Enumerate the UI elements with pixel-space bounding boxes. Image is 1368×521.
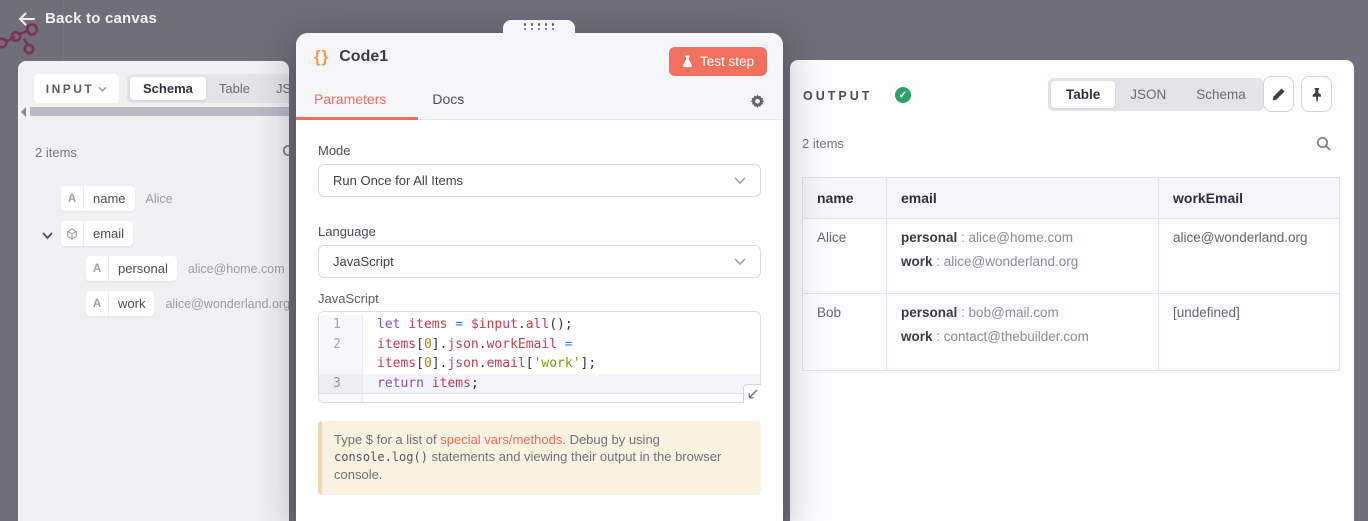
output-panel: OUTPUT ✓ Table JSON Schema 2 items name … [790, 60, 1354, 521]
language-select[interactable]: JavaScript [318, 245, 761, 278]
cell-email: personal : alice@home.com work : alice@w… [887, 219, 1159, 294]
tab-table[interactable]: Table [206, 77, 263, 100]
tab-schema[interactable]: Schema [130, 77, 206, 100]
expand-diagonal-icon [747, 389, 758, 400]
type-string-icon: A [61, 186, 84, 211]
search-icon[interactable] [1316, 136, 1332, 157]
node-title: Code1 [339, 48, 388, 66]
drag-handle-dots-icon [524, 23, 555, 30]
schema-key-pill[interactable]: A work [86, 291, 154, 316]
chevron-down-icon [734, 258, 746, 265]
drag-handle[interactable] [503, 20, 575, 33]
expand-editor-button[interactable] [743, 384, 761, 403]
code-editor[interactable]: 1 let items = $input.all(); 2 items[0].j… [318, 311, 761, 403]
input-panel: INPUT Schema Table JSON 2 items A name A… [18, 61, 289, 521]
editor-filler [319, 394, 760, 402]
tab-json[interactable]: JSON [1115, 81, 1181, 108]
node-details-view: Back to canvas INPUT Schema Table JSON [0, 0, 1368, 521]
cell-workemail: alice@wonderland.org [1159, 219, 1340, 294]
cell-workemail-undefined: [undefined] [1159, 294, 1340, 371]
table-row[interactable]: Bob personal : bob@mail.com work : conta… [803, 294, 1340, 371]
special-vars-link[interactable]: special vars/methods [440, 432, 562, 447]
input-panel-title: INPUT [46, 82, 95, 96]
code-line-active: 3 return items; [319, 374, 760, 395]
collapse-chevron-icon[interactable] [42, 227, 53, 245]
output-items-count: 2 items [802, 136, 844, 151]
tab-parameters[interactable]: Parameters [314, 91, 386, 119]
schema-key-pill[interactable]: email [61, 221, 133, 246]
modal-tabs: Parameters Docs [314, 91, 464, 119]
schema-key-pill[interactable]: A personal [86, 256, 177, 281]
tab-docs[interactable]: Docs [432, 91, 464, 119]
code-line-wrapped: items[0].json.email['work']; [319, 354, 760, 374]
cell-email: personal : bob@mail.com work : contact@t… [887, 294, 1159, 371]
gear-icon[interactable] [750, 94, 765, 109]
schema-key-pill[interactable]: A name [61, 186, 135, 211]
schema-value: alice@home.com [188, 262, 285, 276]
chevron-down-icon [734, 177, 746, 184]
tab-table[interactable]: Table [1051, 81, 1115, 108]
active-tab-underline [296, 117, 418, 120]
input-items-count: 2 items [35, 145, 77, 160]
flask-icon [682, 55, 693, 68]
schema-key: name [84, 186, 135, 211]
schema-key: work [109, 291, 154, 316]
tab-json[interactable]: JSON [263, 77, 289, 100]
code-editor-label: JavaScript [318, 291, 379, 306]
workflow-nodes-icon [0, 22, 49, 62]
editor-hint-callout: Type $ for a list of special vars/method… [318, 421, 761, 495]
schema-key: personal [109, 256, 177, 281]
column-header-email: email [887, 178, 1159, 219]
table-row[interactable]: Alice personal : alice@home.com work : a… [803, 219, 1340, 294]
table-header-row: name email workEmail [803, 178, 1340, 219]
horizontal-scrollbar[interactable] [30, 107, 289, 116]
column-header-workemail: workEmail [1159, 178, 1340, 219]
tab-schema[interactable]: Schema [1181, 81, 1261, 108]
code-line: 2 items[0].json.workEmail = [319, 335, 760, 355]
mode-label: Mode [318, 143, 351, 158]
pin-data-button[interactable] [1301, 76, 1332, 112]
language-label: Language [318, 224, 376, 239]
output-table: name email workEmail Alice personal : al… [802, 177, 1340, 371]
tree-row-email[interactable]: email [61, 221, 133, 246]
output-panel-title: OUTPUT [803, 89, 872, 103]
cell-name: Bob [803, 294, 887, 371]
mode-select[interactable]: Run Once for All Items [318, 164, 761, 197]
input-view-tabs: Schema Table JSON [127, 74, 289, 103]
type-string-icon: A [86, 256, 109, 281]
input-source-dropdown[interactable]: INPUT [34, 74, 119, 103]
success-check-icon: ✓ [895, 87, 911, 103]
code-line: 1 let items = $input.all(); [319, 315, 760, 335]
search-icon[interactable] [282, 144, 289, 165]
cell-name: Alice [803, 219, 887, 294]
node-settings-modal: {} Code1 Test step Parameters Docs [296, 33, 783, 521]
type-object-icon [61, 221, 84, 246]
back-label: Back to canvas [45, 10, 157, 27]
schema-key: email [84, 221, 133, 246]
chevron-down-icon [98, 86, 107, 92]
pushpin-icon [1310, 87, 1324, 102]
schema-value: Alice [146, 192, 173, 206]
tree-row-work[interactable]: A work alice@wonderland.org [86, 291, 289, 316]
type-string-icon: A [86, 291, 109, 316]
output-view-tabs: Table JSON Schema [1048, 78, 1264, 111]
edit-output-button[interactable] [1263, 76, 1294, 112]
pencil-icon [1271, 87, 1286, 102]
scroll-left-arrow[interactable] [21, 107, 26, 117]
tree-row-name[interactable]: A name Alice [61, 186, 173, 211]
modal-header: {} Code1 Test step Parameters Docs [296, 33, 783, 120]
column-header-name: name [803, 178, 887, 219]
test-step-button[interactable]: Test step [669, 47, 767, 76]
tree-row-personal[interactable]: A personal alice@home.com [86, 256, 285, 281]
schema-value: alice@wonderland.org [165, 297, 289, 311]
code-node-icon: {} [314, 47, 329, 67]
